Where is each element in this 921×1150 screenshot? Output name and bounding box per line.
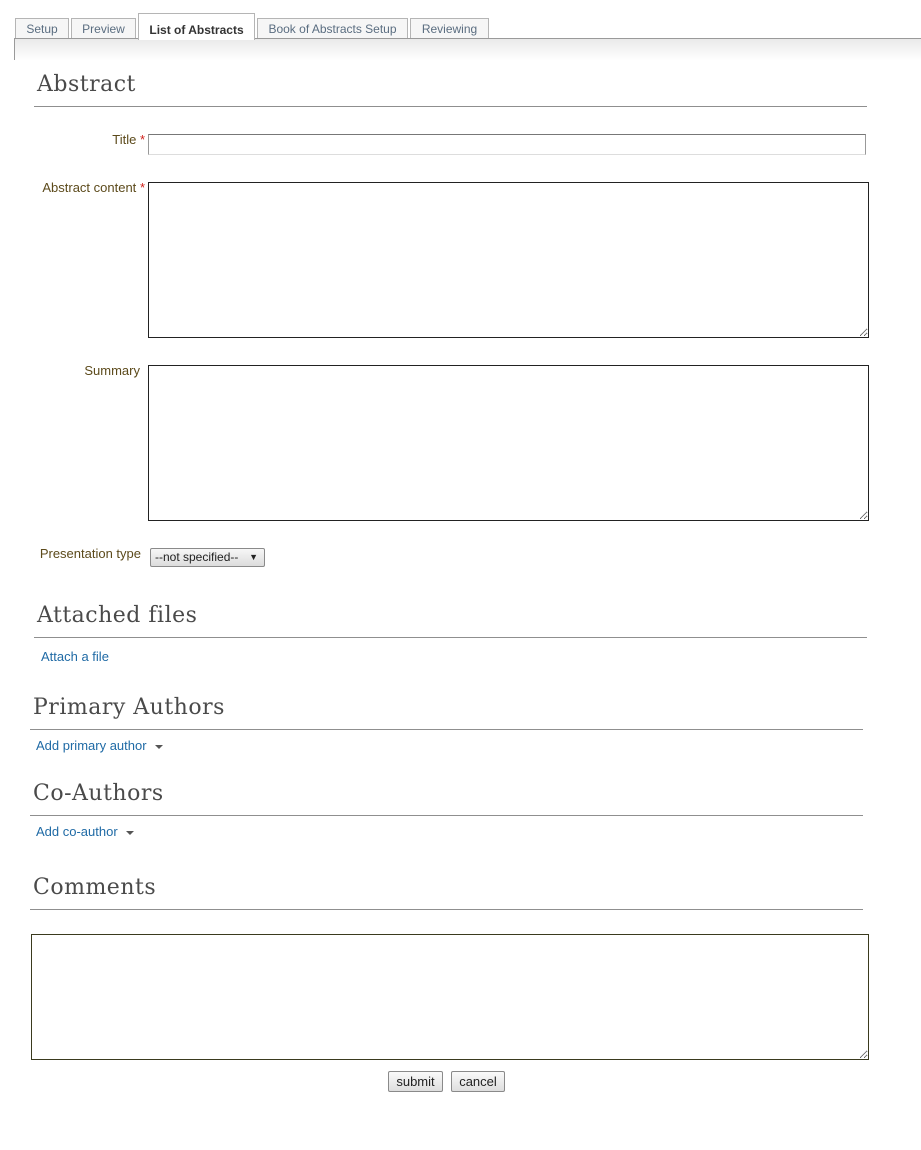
primary-authors-divider <box>30 729 863 730</box>
attach-file-link[interactable]: Attach a file <box>41 649 109 664</box>
add-co-author-label: Add co-author <box>36 824 118 839</box>
comments-divider <box>30 909 863 910</box>
summary-textarea[interactable] <box>148 365 869 521</box>
presentation-type-label: Presentation type <box>39 546 141 561</box>
attached-files-divider <box>34 637 867 638</box>
cancel-button[interactable]: cancel <box>451 1071 505 1092</box>
comments-heading: Comments <box>33 875 157 900</box>
tab-reviewing[interactable]: Reviewing <box>410 18 489 38</box>
abstract-divider <box>34 106 867 107</box>
abstract-content-label-text: Abstract content <box>42 180 137 195</box>
co-authors-heading: Co-Authors <box>33 781 164 806</box>
tab-list-of-abstracts[interactable]: List of Abstracts <box>138 13 255 40</box>
add-primary-author-link[interactable]: Add primary author <box>36 738 163 753</box>
add-primary-author-label: Add primary author <box>36 738 147 753</box>
abstract-content-textarea[interactable] <box>148 182 869 338</box>
dropdown-arrow-icon: ▼ <box>249 552 258 562</box>
caret-down-icon <box>154 744 163 749</box>
abstract-content-required-marker: * <box>139 180 145 195</box>
title-required-marker: * <box>139 132 145 147</box>
presentation-type-select[interactable]: --not specified-- ▼ <box>150 548 265 567</box>
summary-label: Summary <box>84 363 140 378</box>
title-input[interactable] <box>148 134 866 155</box>
presentation-type-selected-value: --not specified-- <box>155 550 239 564</box>
tab-book-of-abstracts-setup[interactable]: Book of Abstracts Setup <box>257 18 408 38</box>
caret-down-icon <box>125 830 134 835</box>
tab-bar-background <box>15 39 921 61</box>
abstract-content-label: Abstract content * <box>20 180 145 195</box>
co-authors-divider <box>30 815 863 816</box>
tab-bar-left-border <box>14 38 15 60</box>
abstract-heading: Abstract <box>37 72 136 97</box>
submit-button[interactable]: submit <box>388 1071 443 1092</box>
comments-textarea[interactable] <box>31 934 869 1060</box>
add-co-author-link[interactable]: Add co-author <box>36 824 134 839</box>
primary-authors-heading: Primary Authors <box>33 695 225 720</box>
tab-setup[interactable]: Setup <box>15 18 69 38</box>
title-label: Title * <box>60 132 145 147</box>
title-label-text: Title <box>112 132 137 147</box>
tab-preview[interactable]: Preview <box>71 18 136 38</box>
attached-files-heading: Attached files <box>37 603 198 628</box>
